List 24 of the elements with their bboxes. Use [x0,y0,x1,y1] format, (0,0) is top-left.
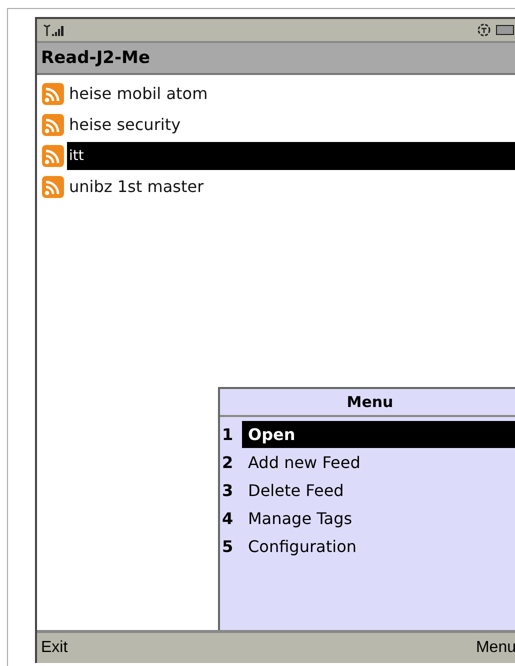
menu-item[interactable]: Delete Feed [242,476,515,504]
rss-feed-icon [42,144,64,166]
signal-icon [43,24,65,36]
rss-feed-icon [42,82,64,104]
exit-softkey[interactable]: Exit [41,639,68,657]
menu-number: 1 [221,424,234,444]
feed-item[interactable]: heise security [67,110,515,138]
app-title: Read-J2-Me [41,48,150,68]
menu-item[interactable]: Configuration [242,532,515,560]
menu-title: Menu [346,393,394,411]
battery-icon [496,24,514,36]
feed-item[interactable]: heise mobil atom [67,80,515,108]
menu-number: 5 [221,536,234,556]
rss-feed-icon [42,176,64,198]
menu-number: 3 [221,480,234,500]
menu-number: 4 [221,508,234,528]
menu-item[interactable]: Add new Feed [242,448,515,476]
menu-item[interactable]: Open [242,420,515,448]
rss-feed-icon [42,114,64,136]
menu-number: 2 [221,452,234,472]
menu-item[interactable]: Manage Tags [242,504,515,532]
feed-item[interactable]: itt [67,142,515,170]
menu-softkey[interactable]: Menu [476,639,515,657]
feed-item[interactable]: unibz 1st master [67,172,515,200]
